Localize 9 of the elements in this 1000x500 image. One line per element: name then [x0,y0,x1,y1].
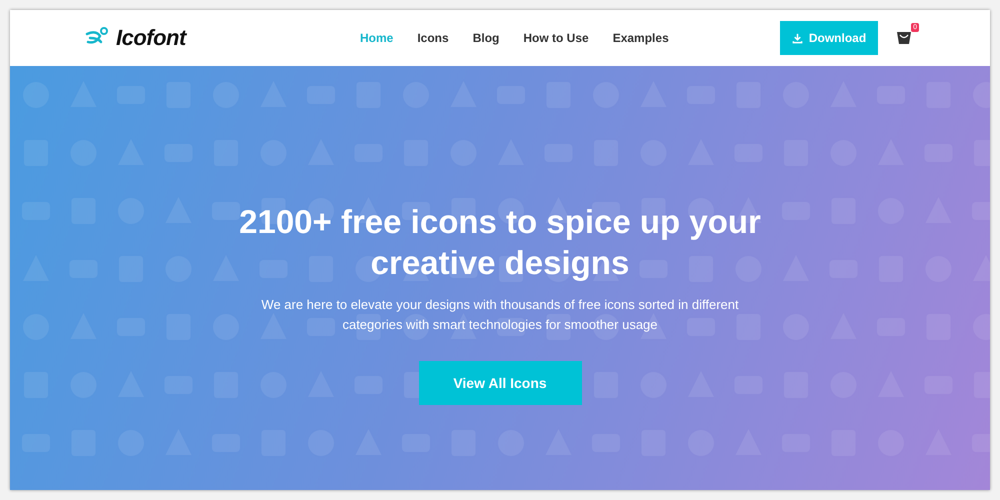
nav-link[interactable]: Examples [612,31,669,45]
hero-title: 2100+ free icons to spice up your creative designs [238,202,762,283]
cart-icon[interactable] [896,31,912,45]
brand-name: Icofont [116,25,186,51]
nav-link[interactable]: How to Use [523,31,589,45]
hero-subtitle: We are here to elevate your designs with thousands of free icons sorted in different categories with smart technologies for smoother usage [260,296,740,334]
nav-link[interactable]: Blog [472,31,500,45]
nav-link[interactable]: Icons [417,31,449,45]
download-icon [792,32,803,44]
